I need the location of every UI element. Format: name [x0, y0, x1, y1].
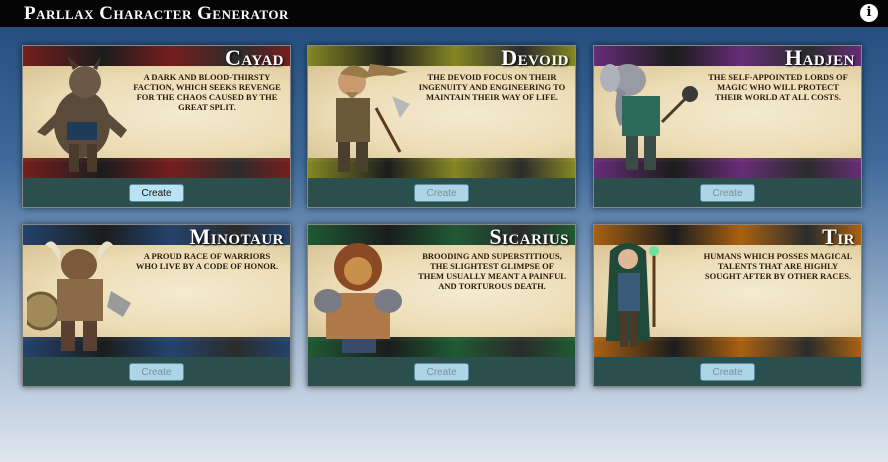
top-bar: Parllax Character Generator i — [0, 0, 888, 27]
faction-card-minotaur: Minotaur A proud race of warriors who li… — [22, 224, 291, 387]
faction-description: Humans which posses magical talents that… — [703, 251, 853, 281]
faction-banner: Sicarius Brooding and superstitious, the… — [308, 225, 575, 357]
sicarius-character-image — [314, 243, 402, 353]
create-devoid-button[interactable]: Create — [414, 184, 469, 202]
minotaur-character-image — [27, 241, 131, 351]
cayad-character-image — [37, 56, 127, 172]
faction-description: Brooding and superstitious, the slightes… — [418, 251, 566, 291]
tir-character-image — [606, 243, 659, 347]
devoid-character-image — [336, 64, 410, 172]
create-hadjen-button[interactable]: Create — [700, 184, 755, 202]
faction-card-hadjen: Hadjen The self-appointed lords of magic… — [593, 45, 862, 208]
faction-card-cayad: Cayad A dark and blood-thirsty faction, … — [22, 45, 291, 208]
faction-name: Sicarius — [489, 225, 569, 249]
info-icon[interactable]: i — [860, 4, 878, 22]
faction-description: The self-appointed lords of magic who wi… — [708, 72, 848, 102]
faction-card-devoid: Devoid The Devoid focus on their ingenui… — [307, 45, 576, 208]
faction-banner: Cayad A dark and blood-thirsty faction, … — [23, 46, 290, 178]
faction-name: Hadjen — [784, 46, 855, 70]
create-cayad-button[interactable]: Create — [129, 184, 184, 202]
faction-name: Tir — [822, 225, 855, 249]
faction-description: The Devoid focus on their ingenuity and … — [418, 72, 566, 102]
faction-banner: Devoid The Devoid focus on their ingenui… — [308, 46, 575, 178]
faction-banner: Minotaur A proud race of warriors who li… — [23, 225, 290, 357]
create-tir-button[interactable]: Create — [700, 363, 755, 381]
faction-name: Devoid — [501, 46, 569, 70]
faction-card-sicarius: Sicarius Brooding and superstitious, the… — [307, 224, 576, 387]
faction-name: Minotaur — [189, 225, 284, 249]
faction-banner: Hadjen The self-appointed lords of magic… — [594, 46, 861, 178]
faction-description: A proud race of warriors who live by a c… — [135, 251, 279, 271]
create-sicarius-button[interactable]: Create — [414, 363, 469, 381]
faction-description: A dark and blood-thirsty faction, which … — [133, 72, 281, 112]
faction-name: Cayad — [225, 46, 284, 70]
create-minotaur-button[interactable]: Create — [129, 363, 184, 381]
hadjen-character-image — [600, 64, 698, 170]
faction-banner: Tir Humans which posses magical talents … — [594, 225, 861, 357]
app-title: Parllax Character Generator — [24, 3, 289, 24]
faction-card-tir: Tir Humans which posses magical talents … — [593, 224, 862, 387]
